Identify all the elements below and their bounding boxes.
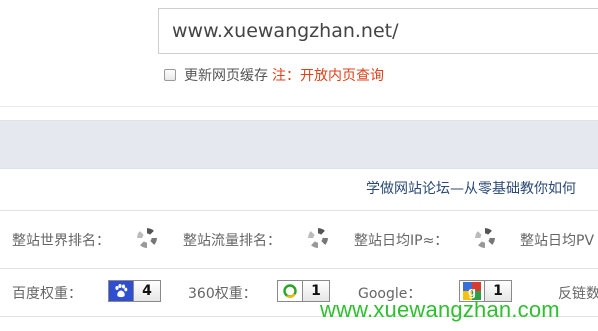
refresh-cache-checkbox[interactable]: [164, 69, 176, 81]
url-input-value: www.xuewangzhan.net/: [172, 20, 399, 42]
url-input[interactable]: www.xuewangzhan.net/: [158, 8, 598, 54]
divider: [0, 210, 598, 211]
360-logo-icon: [278, 281, 302, 301]
watermark: www.xuewangzhan.com: [320, 297, 560, 322]
backlink-label: 反链数: [558, 286, 598, 302]
360-weight-label: 360权重：: [188, 286, 257, 302]
baidu-weight-badge[interactable]: 4: [108, 280, 161, 302]
options-row: 更新网页缓存 注：开放内页查询: [164, 64, 384, 86]
daily-ip-loading-icon: [475, 228, 495, 248]
daily-ip-label: 整站日均IP≈：: [354, 233, 449, 249]
baidu-weight-label: 百度权重：: [12, 286, 82, 302]
baidu-paw-icon: [109, 281, 133, 301]
refresh-cache-label[interactable]: 更新网页缓存: [184, 65, 268, 85]
baidu-weight-value: 4: [133, 281, 160, 301]
tab-bar-band: [0, 120, 598, 169]
divider: [0, 106, 598, 107]
daily-pv-label: 整站日均PV: [520, 233, 595, 249]
world-rank-loading-icon: [137, 228, 157, 248]
inner-page-note: 注：开放内页查询: [272, 68, 384, 84]
world-rank-label: 整站世界排名：: [12, 233, 110, 249]
divider: [0, 268, 598, 269]
traffic-rank-label: 整站流量排名：: [183, 233, 281, 249]
site-title[interactable]: 学做网站论坛—从零基础教你如何: [366, 178, 576, 198]
traffic-rank-loading-icon: [308, 228, 328, 248]
